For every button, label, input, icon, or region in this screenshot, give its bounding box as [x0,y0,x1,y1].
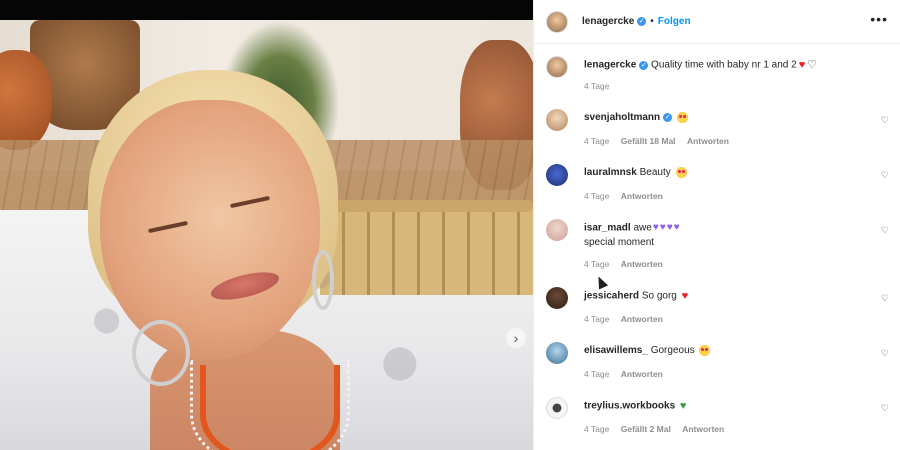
like-heart-icon[interactable]: ♡ [881,293,889,304]
next-photo-button[interactable]: › [506,328,526,348]
post-photo[interactable]: › [0,20,533,450]
verified-icon: ✓ [639,60,649,70]
comment-text-line-2: special moment [584,236,655,248]
reply-button[interactable]: Antworten [682,424,724,434]
comment-username[interactable]: isar_madl [584,223,631,234]
avatar[interactable] [546,342,568,364]
comment-text: Gorgeous [650,345,695,356]
avatar[interactable] [546,10,568,33]
comment-username[interactable]: svenjaholtmann [584,112,660,123]
avatar[interactable] [546,164,568,186]
comment-username[interactable]: lauralmnsk [584,167,637,178]
purple-heart-icon: ♥ [659,222,666,233]
white-heart-icon: ♡ [807,59,818,71]
comment-username[interactable]: jessicaherd [584,291,639,302]
avatar[interactable] [546,219,568,241]
verified-icon: ✓ [663,112,673,122]
caption-username[interactable]: lenagercke [584,60,636,71]
reply-button[interactable]: Antworten [621,259,663,269]
comments-panel: lenagercke ✓ • Folgen ••• lenagercke ✓ Qu… [533,0,900,450]
reply-button[interactable]: Antworten [621,314,663,324]
likes-count[interactable]: Gefällt 2 Mal [621,424,671,434]
comment-username[interactable]: treylius.workbooks [584,401,675,412]
reply-button[interactable]: Antworten [687,136,729,146]
chevron-right-icon: › [513,330,519,346]
heart-eyes-emoji-icon [699,344,711,356]
like-heart-icon[interactable]: ♡ [881,403,889,414]
media-top-bar [0,0,533,20]
caption-text: Quality time with baby nr 1 and 2 [651,59,797,71]
timestamp[interactable]: 4 Tage [584,81,609,91]
timestamp[interactable]: 4 Tage [584,259,609,269]
likes-count[interactable]: Gefällt 18 Mal [621,136,676,146]
timestamp[interactable]: 4 Tage [584,314,609,324]
like-heart-icon[interactable]: ♡ [881,115,889,126]
comment-username[interactable]: elisawillems_ [584,345,648,356]
post-owner-username[interactable]: lenagercke [582,16,634,27]
avatar[interactable] [546,397,568,419]
avatar[interactable] [546,287,568,309]
post-header: lenagercke ✓ • Folgen ••• [534,0,900,44]
timestamp[interactable]: 4 Tage [584,136,609,146]
red-heart-icon: ♥ [681,290,689,302]
like-heart-icon[interactable]: ♡ [881,225,889,236]
red-heart-icon: ♥ [798,59,806,71]
green-heart-icon: ♥ [679,400,687,412]
reply-button[interactable]: Antworten [621,369,663,379]
comment-text: awe [633,222,652,234]
comment-text: So gorg [641,290,677,302]
like-heart-icon[interactable]: ♡ [881,170,889,181]
purple-heart-icon: ♥ [673,222,680,233]
comment-text: Beauty [639,167,671,178]
heart-eyes-emoji-icon [675,166,687,178]
more-options-icon[interactable]: ••• [870,12,888,26]
like-heart-icon[interactable]: ♡ [881,348,889,359]
timestamp[interactable]: 4 Tage [584,369,609,379]
purple-heart-icon: ♥ [666,222,673,233]
purple-heart-icon: ♥ [652,222,659,233]
separator: • [650,16,654,27]
heart-eyes-emoji-icon [676,111,688,123]
timestamp[interactable]: 4 Tage [584,191,609,201]
follow-button[interactable]: Folgen [658,16,691,27]
timestamp[interactable]: 4 Tage [584,424,609,434]
reply-button[interactable]: Antworten [621,191,663,201]
avatar[interactable] [546,56,568,78]
verified-icon: ✓ [637,17,647,26]
avatar[interactable] [546,109,568,131]
